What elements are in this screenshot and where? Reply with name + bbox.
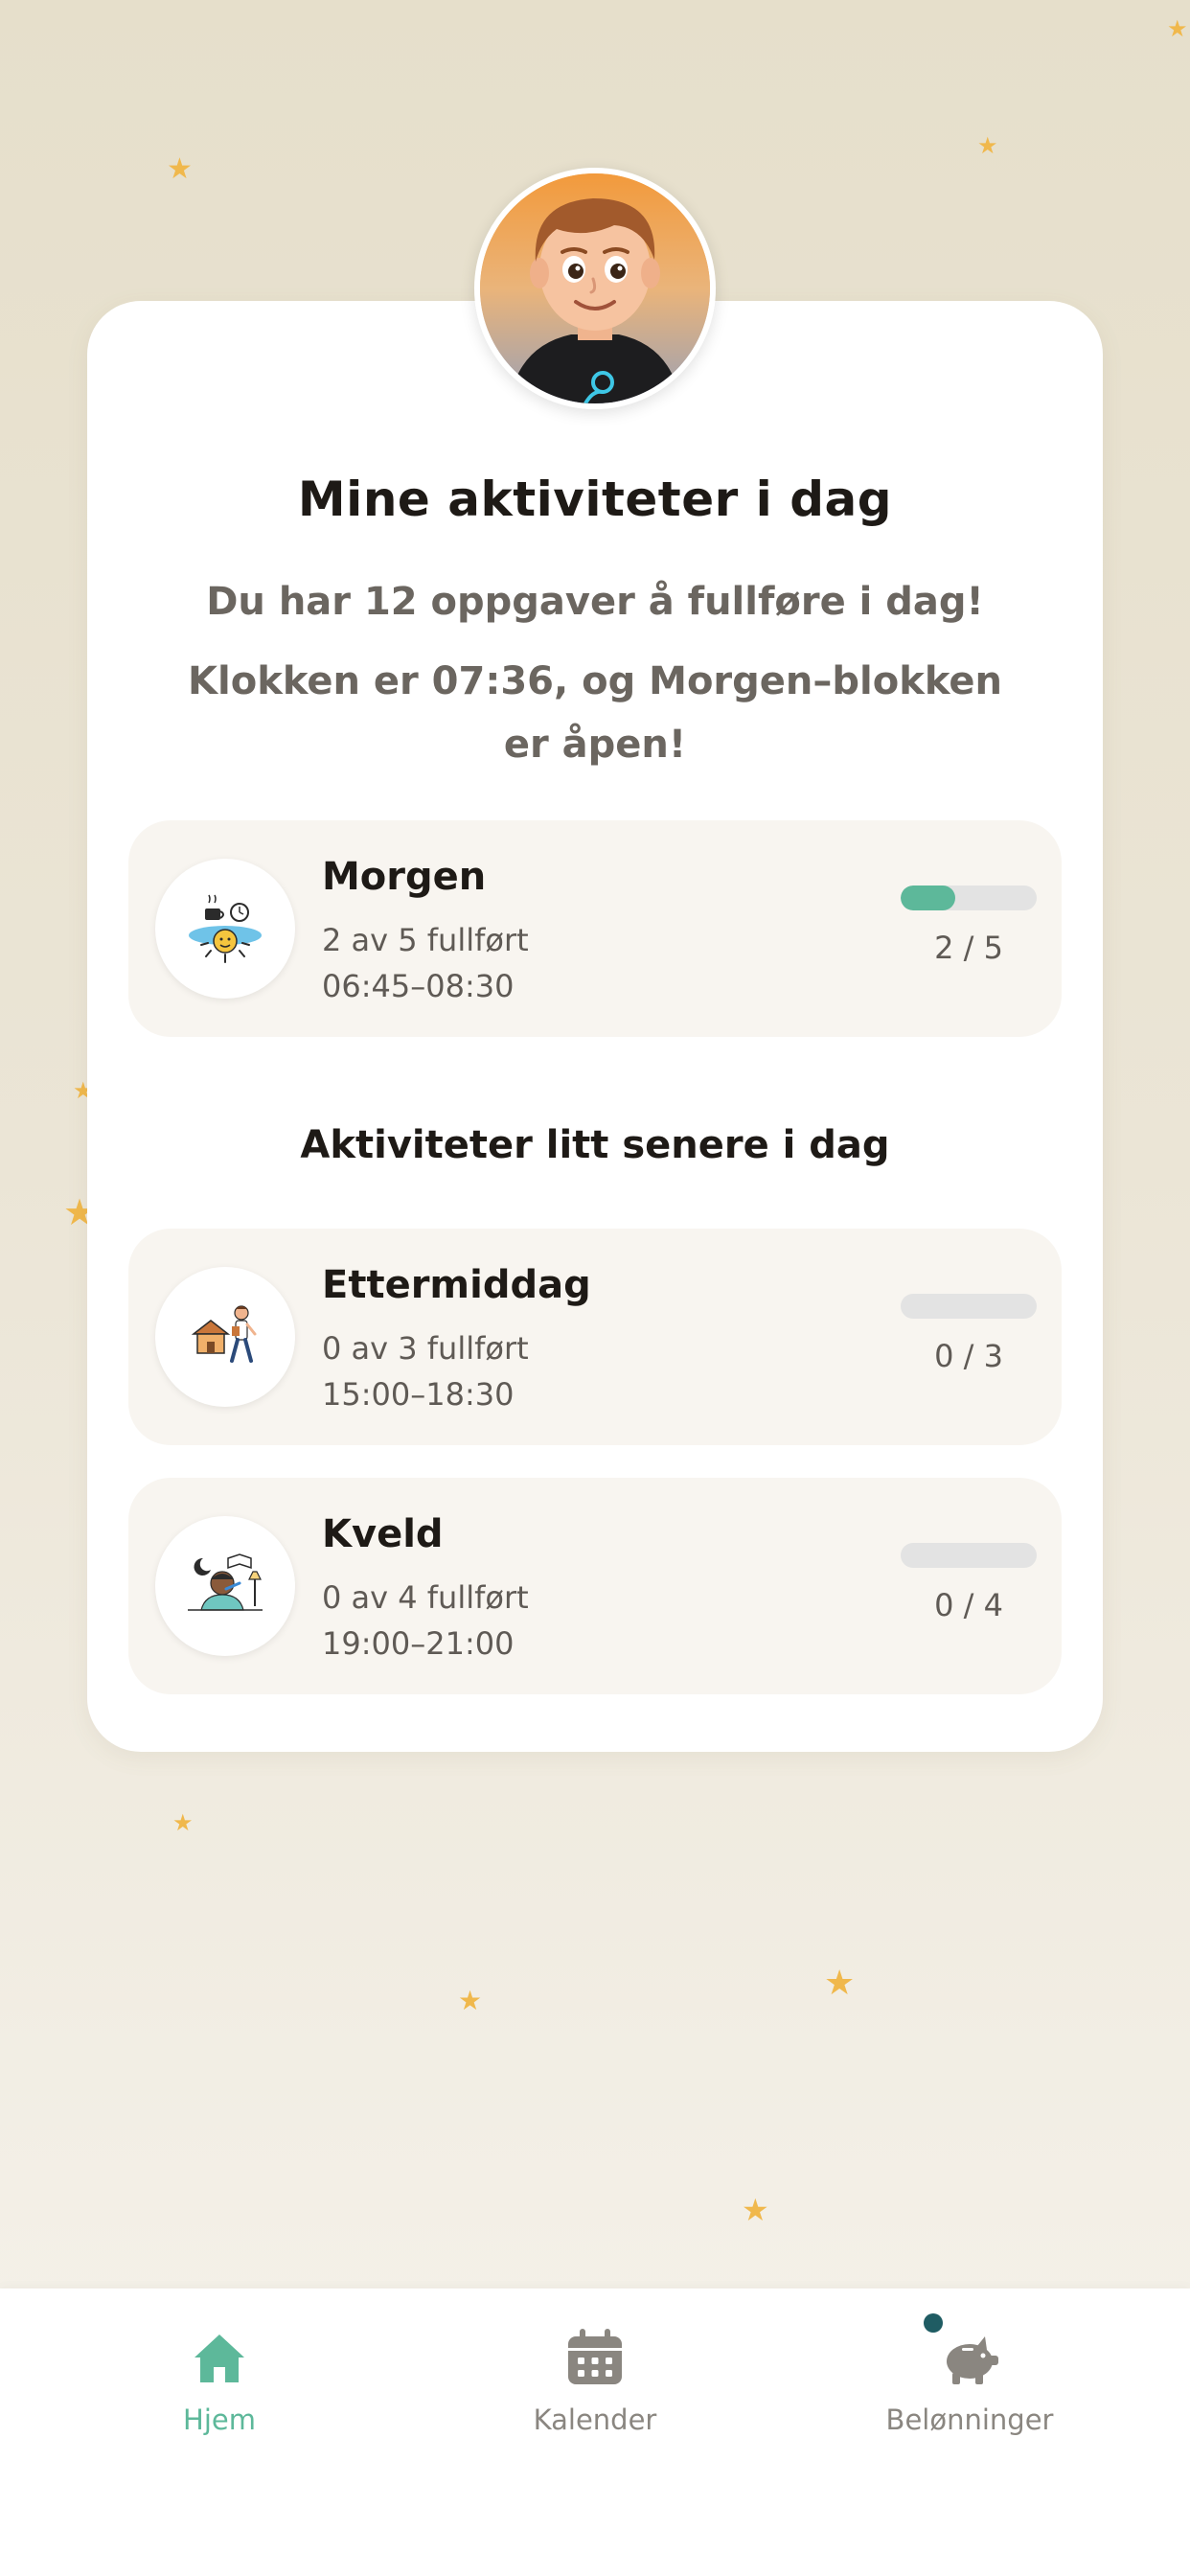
block-progress-bar (901, 1294, 1037, 1319)
block-time-range: 15:00–18:30 (322, 1376, 515, 1413)
star-decoration: ★ (1167, 15, 1188, 42)
nav-label: Kalender (533, 2404, 657, 2436)
bottom-navigation: Hjem Kalender Belønninger (0, 2288, 1190, 2576)
block-progress-ratio: 2 / 5 (934, 930, 1003, 966)
block-progress-text: 0 av 3 fullført (322, 1330, 529, 1367)
nav-item-hjem[interactable]: Hjem (76, 2327, 363, 2480)
later-activities-heading: Aktiviteter litt senere i dag (300, 1123, 890, 1167)
block-progress-text: 2 av 5 fullført (322, 922, 529, 958)
current-time-status: Klokken er 07:36, og Morgen–blokken er å… (188, 659, 1002, 767)
star-decoration: ★ (172, 1809, 194, 1836)
page-title: Mine aktiviteter i dag (297, 472, 893, 527)
child-avatar-icon (480, 173, 710, 403)
notification-badge (924, 2313, 943, 2333)
star-decoration: ★ (977, 132, 998, 159)
block-progress-bar (901, 1543, 1037, 1568)
tasks-summary: Du har 12 oppgaver å fullføre i dag! (206, 580, 984, 624)
star-decoration: ★ (167, 152, 193, 186)
star-decoration: ★ (458, 1985, 483, 2016)
nav-item-kalender[interactable]: Kalender (451, 2327, 739, 2480)
block-progress-ratio: 0 / 4 (934, 1587, 1003, 1623)
activity-block-ettermiddag[interactable]: Ettermiddag 0 av 3 fullført 15:00–18:30 … (128, 1229, 1062, 1445)
nav-item-belonninger[interactable]: Belønninger (826, 2327, 1113, 2480)
star-decoration: ★ (742, 2192, 769, 2228)
home-icon (189, 2327, 250, 2388)
block-progress-fill (901, 886, 955, 910)
profile-avatar[interactable] (474, 168, 716, 409)
block-progress-ratio: 0 / 3 (934, 1338, 1003, 1374)
block-name: Ettermiddag (322, 1263, 591, 1307)
nav-label: Belønninger (885, 2404, 1054, 2436)
block-name: Morgen (322, 855, 487, 899)
morning-sun-icon (155, 859, 295, 999)
calendar-icon (564, 2327, 626, 2388)
block-name: Kveld (322, 1512, 444, 1556)
evening-toothbrush-icon (155, 1516, 295, 1656)
activity-block-kveld[interactable]: Kveld 0 av 4 fullført 19:00–21:00 0 / 4 (128, 1478, 1062, 1694)
star-decoration: ★ (824, 1964, 856, 2003)
block-time-range: 19:00–21:00 (322, 1625, 515, 1662)
block-progress-text: 0 av 4 fullført (322, 1579, 529, 1616)
block-time-range: 06:45–08:30 (322, 968, 515, 1004)
piggy-bank-icon (939, 2327, 1000, 2388)
nav-label: Hjem (183, 2404, 256, 2436)
block-progress-bar (901, 886, 1037, 910)
activity-block-morgen[interactable]: Morgen 2 av 5 fullført 06:45–08:30 2 / 5 (128, 820, 1062, 1037)
afternoon-walk-icon (155, 1267, 295, 1407)
